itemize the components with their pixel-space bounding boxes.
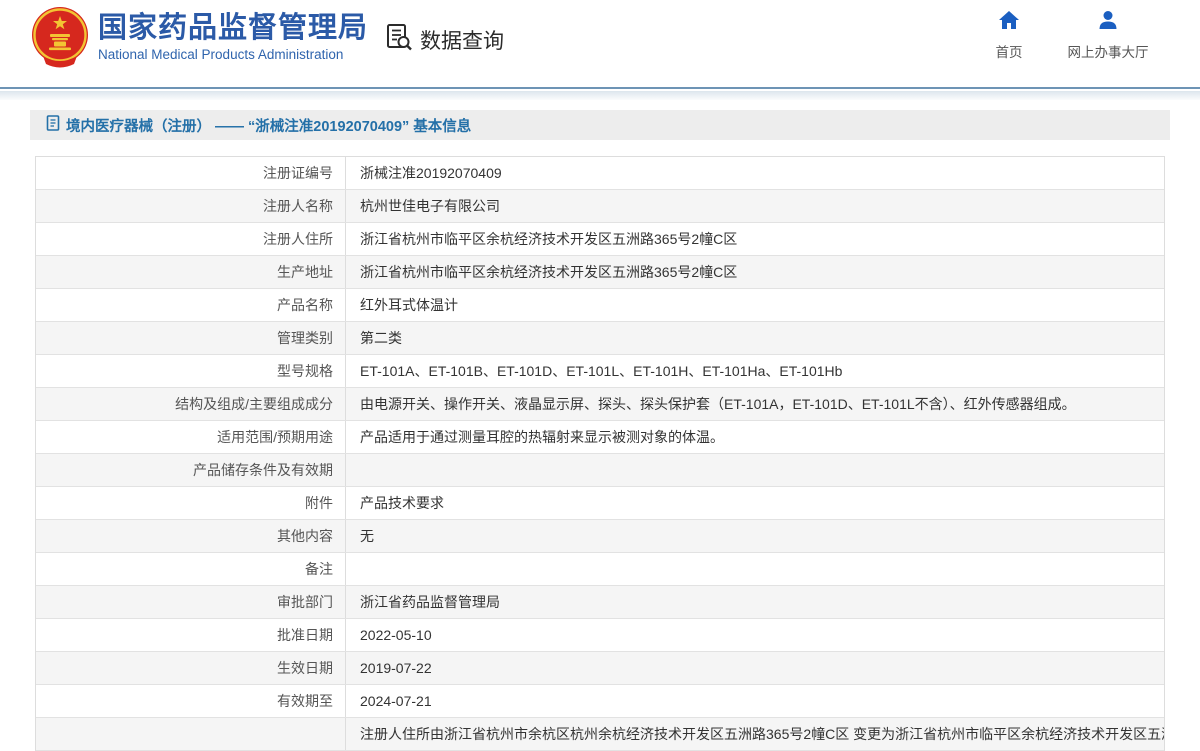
row-label: 产品储存条件及有效期 [36,454,346,486]
table-row: 审批部门 浙江省药品监督管理局 [36,586,1164,619]
org-names: 国家药品监督管理局 National Medical Products Admi… [98,12,368,62]
org-name-en: National Medical Products Administration [98,47,344,62]
table-row: 结构及组成/主要组成成分 由电源开关、操作开关、液晶显示屏、探头、探头保护套（E… [36,388,1164,421]
document-icon [46,114,60,136]
nav-home-label: 首页 [995,45,1023,60]
row-label: 审批部门 [36,586,346,618]
table-row: 产品名称 红外耳式体温计 [36,289,1164,322]
table-row: 生效日期 2019-07-22 [36,652,1164,685]
row-value: 浙江省杭州市临平区余杭经济技术开发区五洲路365号2幢C区 [360,231,738,247]
row-value [346,454,1164,486]
row-value: 无 [360,528,374,544]
row-value: 注册人住所由浙江省杭州市余杭区杭州余杭经济技术开发区五洲路365号2幢C区 变更… [360,726,1164,742]
home-icon [998,10,1020,35]
table-row: 注册人名称 杭州世佳电子有限公司 [36,190,1164,223]
row-label: 注册证编号 [36,157,346,189]
row-value: 第二类 [360,330,402,346]
table-row: 注册人住所由浙江省杭州市余杭区杭州余杭经济技术开发区五洲路365号2幢C区 变更… [36,718,1164,751]
row-value: 杭州世佳电子有限公司 [360,198,500,214]
table-row: 有效期至 2024-07-21 [36,685,1164,718]
nav-home[interactable]: 首页 [984,10,1034,61]
table-row: 管理类别 第二类 [36,322,1164,355]
page-title: 境内医疗器械（注册） —— “浙械注准20192070409” 基本信息 [66,118,472,135]
row-label: 管理类别 [36,322,346,354]
row-label: 备注 [36,553,346,585]
nav-service-hall[interactable]: 网上办事大厅 [1058,10,1158,61]
table-row: 适用范围/预期用途 产品适用于通过测量耳腔的热辐射来显示被测对象的体温。 [36,421,1164,454]
national-emblem-logo-icon[interactable] [27,3,93,71]
user-icon [1097,10,1119,35]
row-label: 其他内容 [36,520,346,552]
table-row: 产品储存条件及有效期 [36,454,1164,487]
table-row: 注册人住所 浙江省杭州市临平区余杭经济技术开发区五洲路365号2幢C区 [36,223,1164,256]
row-label: 附件 [36,487,346,519]
row-value: 2022-05-10 [360,627,432,643]
row-value: 红外耳式体温计 [360,297,458,313]
table-row: 其他内容 无 [36,520,1164,553]
site-header: 国家药品监督管理局 National Medical Products Admi… [0,0,1200,89]
header-divider [0,91,1200,100]
row-value: 浙江省药品监督管理局 [360,594,500,610]
row-value: 浙江省杭州市临平区余杭经济技术开发区五洲路365号2幢C区 [360,264,738,280]
document-search-icon [384,22,414,57]
org-name-cn: 国家药品监督管理局 [98,12,369,44]
row-label: 注册人住所 [36,223,346,255]
table-row: 备注 [36,553,1164,586]
breadcrumb: 境内医疗器械（注册） —— “浙械注准20192070409” 基本信息 [30,110,1170,140]
row-label: 注册人名称 [36,190,346,222]
row-value: 2024-07-21 [360,693,432,709]
row-label: 产品名称 [36,289,346,321]
row-label: 有效期至 [36,685,346,717]
table-row: 型号规格 ET-101A、ET-101B、ET-101D、ET-101L、ET-… [36,355,1164,388]
row-label: 生产地址 [36,256,346,288]
registration-table-body: 注册证编号 浙械注准20192070409 注册人名称 杭州世佳电子有限公司 注… [36,157,1164,751]
row-label: 批准日期 [36,619,346,651]
row-value: 产品技术要求 [360,495,444,511]
table-row: 生产地址 浙江省杭州市临平区余杭经济技术开发区五洲路365号2幢C区 [36,256,1164,289]
row-value: 2019-07-22 [360,660,432,676]
row-label [36,718,346,750]
row-value: 由电源开关、操作开关、液晶显示屏、探头、探头保护套（ET-101A，ET-101… [360,396,1076,412]
row-value [346,553,1164,585]
table-row: 注册证编号 浙械注准20192070409 [36,157,1164,190]
table-row: 附件 产品技术要求 [36,487,1164,520]
table-row: 批准日期 2022-05-10 [36,619,1164,652]
row-label: 适用范围/预期用途 [36,421,346,453]
row-label: 结构及组成/主要组成成分 [36,388,346,420]
row-label: 生效日期 [36,652,346,684]
registration-detail-table: 注册证编号 浙械注准20192070409 注册人名称 杭州世佳电子有限公司 注… [35,156,1165,751]
row-label: 型号规格 [36,355,346,387]
nav-data-query-label: 数据查询 [420,29,504,53]
row-value: 产品适用于通过测量耳腔的热辐射来显示被测对象的体温。 [360,429,724,445]
row-value: ET-101A、ET-101B、ET-101D、ET-101L、ET-101H、… [360,363,843,379]
nav-data-query[interactable]: 数据查询 [384,22,504,57]
row-value: 浙械注准20192070409 [360,165,502,181]
nav-service-hall-label: 网上办事大厅 [1067,45,1149,60]
